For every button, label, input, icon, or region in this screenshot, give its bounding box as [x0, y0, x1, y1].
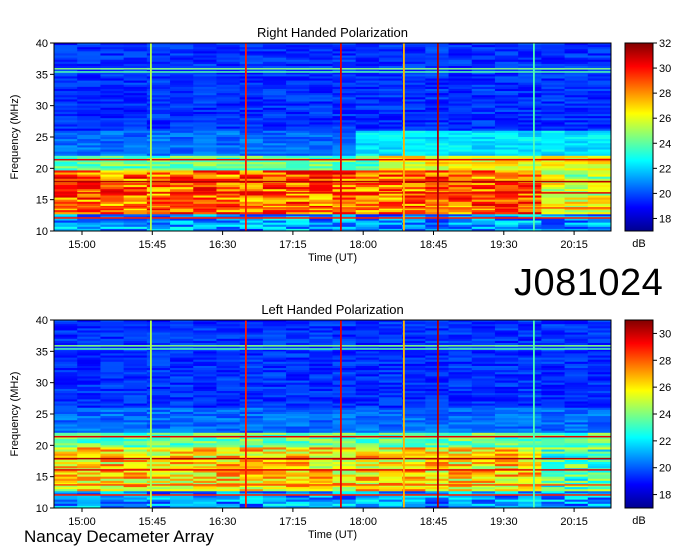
x-tick-label: 19:30 — [490, 239, 518, 251]
interference-line — [54, 71, 611, 73]
interference-line — [54, 207, 611, 209]
burst-spike — [245, 43, 247, 231]
y-tick-label: 20 — [36, 440, 48, 452]
burst-spike — [437, 320, 439, 508]
interference-line — [54, 435, 611, 438]
colorbar-tick-label: 26 — [659, 382, 671, 394]
y-tick-label: 35 — [36, 346, 48, 358]
x-tick-label: 18:00 — [349, 239, 377, 251]
y-tick-label: 40 — [36, 38, 48, 50]
x-tick-label: 18:45 — [420, 239, 448, 251]
burst-spike — [150, 320, 152, 508]
colorbar-tick-label: 30 — [659, 328, 671, 340]
burst-spike — [340, 43, 342, 231]
x-axis-label: Time (UT) — [308, 529, 357, 541]
x-tick-label: 18:45 — [420, 516, 448, 528]
colorbar-tick-label: 26 — [659, 113, 671, 125]
y-tick-label: 30 — [36, 378, 48, 390]
burst-spike — [340, 320, 342, 508]
x-tick-label: 17:15 — [279, 516, 307, 528]
panel-title: Left Handed Polarization — [261, 302, 403, 317]
observation-id: J081024 — [514, 262, 664, 304]
x-tick-label: 15:00 — [68, 239, 96, 251]
x-axis-label: Time (UT) — [308, 252, 357, 264]
y-axis-label: Frequency (MHz) — [9, 372, 21, 457]
burst-spike — [150, 43, 152, 231]
colorbar-tick-label: 28 — [659, 88, 671, 100]
y-tick-label: 15 — [36, 472, 48, 484]
interference-line — [54, 348, 611, 350]
x-tick-label: 19:30 — [490, 516, 518, 528]
interference-line — [54, 68, 611, 70]
colorbar-tick-label: 18 — [659, 213, 671, 225]
spectrogram-panel-left: Left Handed Polarization 10 15 20 25 30 35 40 Fr… — [9, 302, 671, 541]
x-tick-label: 18:00 — [349, 516, 377, 528]
colorbar-tick-label: 22 — [659, 436, 671, 448]
interference-line — [54, 484, 611, 486]
y-tick-label: 35 — [36, 69, 48, 81]
colorbar-tick-label: 24 — [659, 409, 671, 421]
burst-spike — [403, 320, 405, 508]
interference-line — [54, 217, 611, 219]
y-tick-label: 10 — [36, 503, 48, 515]
y-tick-label: 10 — [36, 226, 48, 238]
spectrogram-figure: Right Handed Polarization 10 15 20 25 30 35 40 F… — [0, 0, 680, 552]
x-tick-label: 20:15 — [560, 239, 588, 251]
colorbar-unit: dB — [632, 238, 645, 250]
colorbar — [624, 319, 654, 509]
colorbar-tick-label: 22 — [659, 163, 671, 175]
y-tick-label: 30 — [36, 101, 48, 113]
x-tick-label: 15:45 — [139, 239, 167, 251]
interference-line — [54, 494, 611, 496]
interference-line — [54, 457, 611, 460]
y-axis-label: Frequency (MHz) — [9, 95, 21, 180]
interference-line — [54, 158, 611, 161]
colorbar — [624, 42, 654, 232]
burst-spike — [403, 43, 405, 231]
burst-spike — [533, 320, 535, 508]
x-tick-label: 20:15 — [560, 516, 588, 528]
colorbar-tick-label: 24 — [659, 138, 671, 150]
colorbar-unit: dB — [632, 515, 645, 527]
colorbar-tick-label: 32 — [659, 38, 671, 50]
burst-spike — [245, 320, 247, 508]
burst-spike — [533, 43, 535, 231]
interference-line — [54, 192, 611, 194]
interference-line — [54, 345, 611, 347]
colorbar-tick-label: 20 — [659, 188, 671, 200]
colorbar-tick-label: 18 — [659, 490, 671, 502]
y-tick-label: 25 — [36, 132, 48, 144]
y-tick-label: 20 — [36, 163, 48, 175]
burst-spike — [437, 43, 439, 231]
x-tick-label: 16:30 — [209, 239, 237, 251]
interference-line — [54, 180, 611, 183]
panel-title: Right Handed Polarization — [257, 25, 408, 40]
y-tick-label: 25 — [36, 409, 48, 421]
x-tick-label: 17:15 — [279, 239, 307, 251]
spectrogram-panel-right: Right Handed Polarization 10 15 20 25 30 35 40 F… — [9, 25, 671, 264]
interference-line — [54, 469, 611, 471]
colorbar-tick-label: 28 — [659, 355, 671, 367]
colorbar-tick-label: 20 — [659, 463, 671, 475]
y-tick-label: 15 — [36, 195, 48, 207]
instrument-credit: Nancay Decameter Array — [24, 527, 214, 546]
y-tick-label: 40 — [36, 315, 48, 327]
colorbar-tick-label: 30 — [659, 63, 671, 75]
